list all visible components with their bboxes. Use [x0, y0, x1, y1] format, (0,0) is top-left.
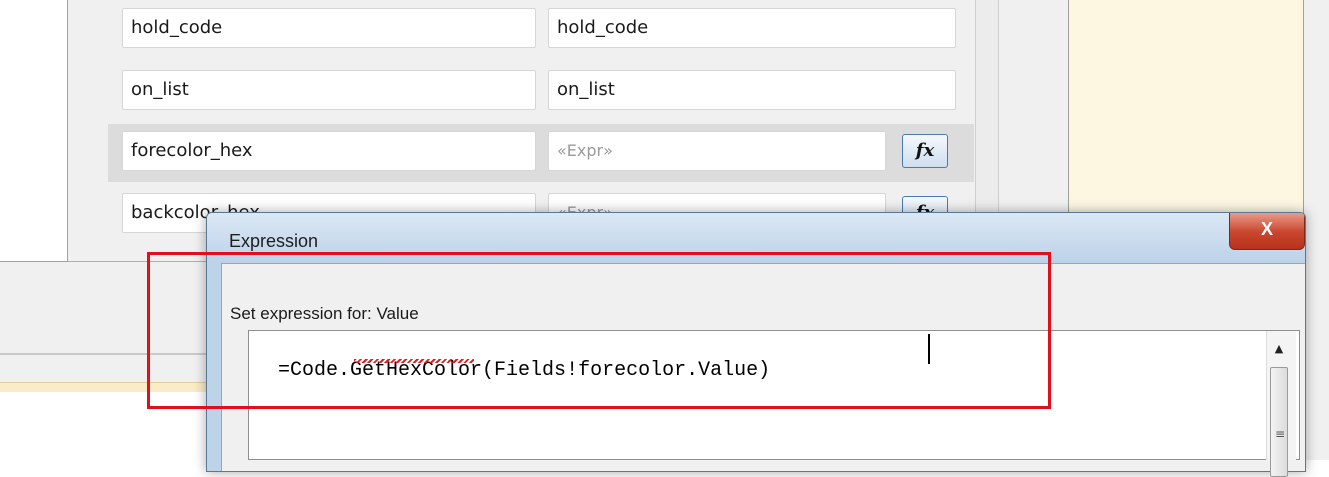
close-button[interactable]: X — [1229, 213, 1305, 250]
field-name-cell[interactable]: hold_code — [122, 8, 536, 48]
window-edge — [1303, 0, 1329, 460]
field-value-cell[interactable]: hold_code — [548, 8, 956, 48]
grip-icon: ≡ — [1274, 427, 1286, 441]
dialog-title: Expression — [229, 231, 319, 251]
red-highlight-box — [147, 252, 1051, 409]
expression-fx-button[interactable]: fx — [902, 134, 948, 168]
field-value-cell[interactable]: on_list — [548, 70, 956, 110]
editor-scrollbar[interactable]: ▲ ≡ — [1266, 331, 1296, 477]
grid-scrollbar[interactable] — [975, 0, 999, 213]
left-panel — [0, 0, 68, 262]
field-name-cell[interactable]: on_list — [122, 70, 536, 110]
field-name-cell[interactable]: forecolor_hex — [122, 131, 536, 171]
scroll-up-arrow-icon[interactable]: ▲ — [1267, 337, 1291, 361]
field-value-cell[interactable]: «Expr» — [548, 131, 886, 171]
scroll-thumb[interactable]: ≡ — [1270, 367, 1288, 477]
